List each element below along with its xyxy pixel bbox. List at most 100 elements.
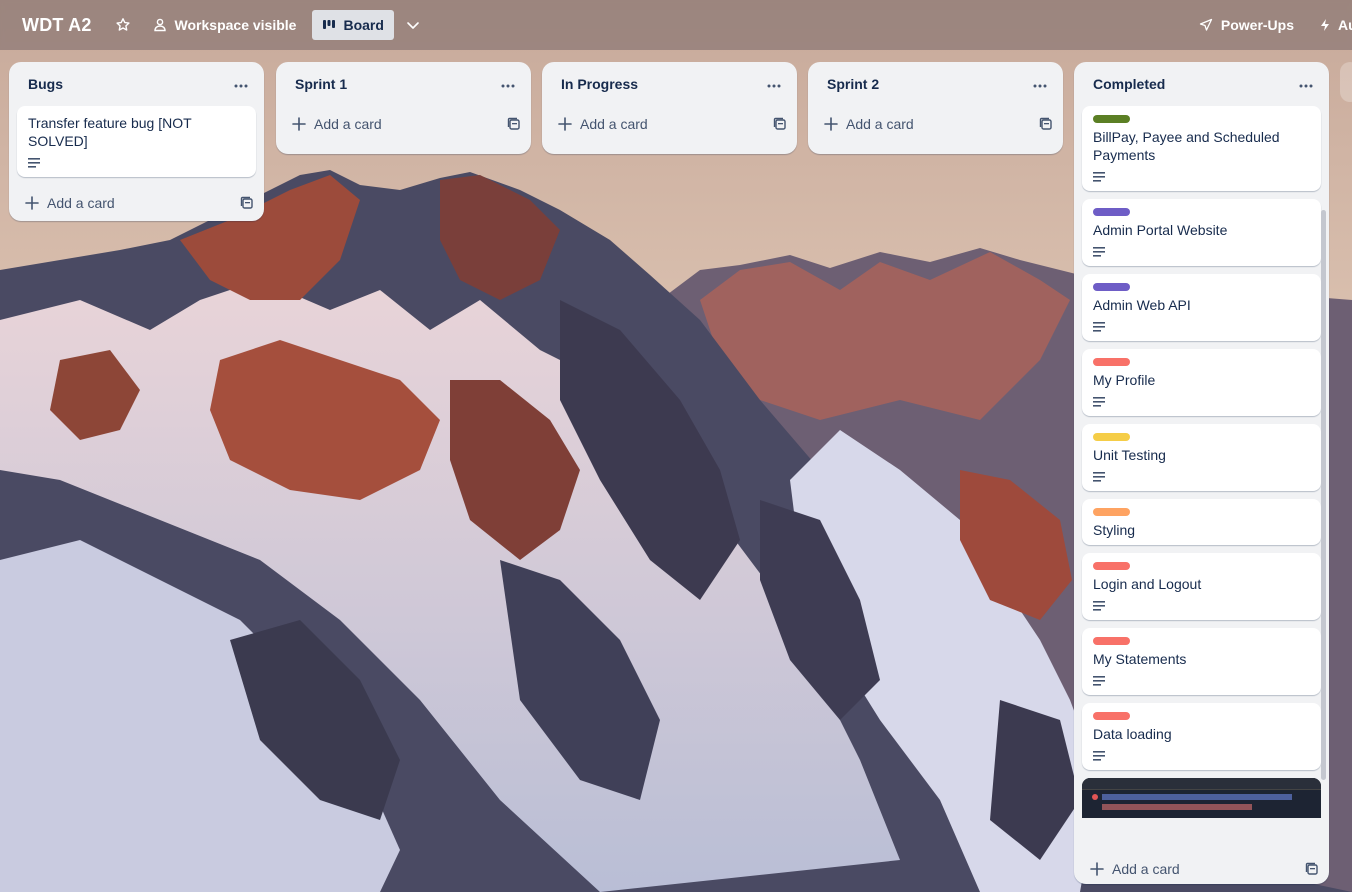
add-card-button[interactable]: Add a card — [808, 106, 1063, 142]
list-header: In Progress — [542, 62, 797, 106]
add-card-label: Add a card — [846, 116, 914, 132]
board-view-button[interactable]: Board — [312, 10, 394, 40]
list-scrollbar[interactable] — [1321, 210, 1326, 780]
card[interactable]: Unit Testing — [1082, 424, 1321, 491]
plus-icon — [25, 196, 39, 210]
lightning-icon — [1320, 18, 1330, 32]
card-template-icon[interactable] — [1305, 862, 1319, 876]
star-board-button[interactable] — [108, 10, 138, 40]
views-dropdown-button[interactable] — [398, 10, 428, 40]
cover-screenshot-line — [1102, 804, 1252, 810]
list-menu-button[interactable] — [495, 71, 521, 97]
ellipsis-icon — [501, 75, 515, 93]
list-menu-button[interactable] — [761, 71, 787, 97]
card[interactable]: Admin Web API — [1082, 274, 1321, 341]
card-title: Styling — [1093, 522, 1136, 538]
powerups-button[interactable]: Power-Ups — [1191, 10, 1302, 40]
list-title[interactable]: In Progress — [561, 76, 638, 92]
people-icon — [152, 17, 168, 33]
card-template-icon[interactable] — [1039, 117, 1053, 131]
card-list: BillPay, Payee and Scheduled Payments Ad… — [1074, 106, 1329, 851]
add-card-button[interactable]: Add a card — [9, 185, 264, 221]
list-header: Bugs — [9, 62, 264, 106]
board-header: WDT A2 Workspace visible Board Power-Ups — [0, 0, 1352, 50]
list-sprint-1: Sprint 1 Add a card — [276, 62, 531, 154]
list-sprint-2: Sprint 2 Add a card — [808, 62, 1063, 154]
add-card-label: Add a card — [580, 116, 648, 132]
board-view-label: Board — [343, 17, 384, 33]
list-title[interactable]: Sprint 2 — [827, 76, 879, 92]
card[interactable]: Styling — [1082, 499, 1321, 545]
plus-icon — [292, 117, 306, 131]
list-menu-button[interactable] — [228, 71, 254, 97]
list-title[interactable]: Bugs — [28, 76, 63, 92]
add-list-button[interactable] — [1340, 62, 1352, 102]
description-icon — [1093, 169, 1310, 185]
description-icon — [28, 155, 245, 171]
card-title: Transfer feature bug [NOT SOLVED] — [28, 115, 192, 149]
list-header: Completed — [1074, 62, 1329, 106]
description-icon — [1093, 319, 1310, 335]
card-label — [1093, 562, 1130, 570]
ellipsis-icon — [767, 75, 781, 93]
card-title: BillPay, Payee and Scheduled Payments — [1093, 129, 1280, 163]
card[interactable]: Login and Logout — [1082, 553, 1321, 620]
card-label — [1093, 433, 1130, 441]
card-title: Data loading — [1093, 726, 1172, 742]
automation-label: Automation — [1338, 17, 1352, 33]
description-icon — [1093, 598, 1310, 614]
card-title: My Statements — [1093, 651, 1187, 667]
card-label — [1093, 283, 1130, 291]
list-menu-button[interactable] — [1293, 71, 1319, 97]
card-title: Admin Web API — [1093, 297, 1191, 313]
add-card-button[interactable]: Add a card — [1074, 851, 1329, 887]
list-menu-button[interactable] — [1027, 71, 1053, 97]
ellipsis-icon — [1033, 75, 1047, 93]
add-card-label: Add a card — [1112, 861, 1180, 877]
card[interactable]: BillPay, Payee and Scheduled Payments — [1082, 106, 1321, 191]
automation-button[interactable]: Automation — [1312, 10, 1352, 40]
card-template-icon[interactable] — [240, 196, 254, 210]
board-title[interactable]: WDT A2 — [22, 15, 92, 36]
card[interactable]: Transfer feature bug [NOT SOLVED] — [17, 106, 256, 177]
visibility-label: Workspace visible — [174, 17, 297, 33]
cover-error-dot — [1092, 794, 1098, 800]
card-title: Unit Testing — [1093, 447, 1166, 463]
rocket-icon — [1199, 18, 1213, 32]
ellipsis-icon — [234, 75, 248, 93]
add-card-label: Add a card — [47, 195, 115, 211]
card[interactable]: My Statements — [1082, 628, 1321, 695]
card-label — [1093, 358, 1130, 366]
chevron-down-icon — [405, 17, 421, 33]
card[interactable]: Admin Portal Website — [1082, 199, 1321, 266]
card[interactable]: My Profile — [1082, 349, 1321, 416]
list-completed: Completed BillPay, Payee and Scheduled P… — [1074, 62, 1329, 884]
card[interactable]: Data loading — [1082, 703, 1321, 770]
list-title[interactable]: Completed — [1093, 76, 1165, 92]
plus-icon — [1090, 862, 1104, 876]
description-icon — [1093, 469, 1310, 485]
card-template-icon[interactable] — [773, 117, 787, 131]
card-label — [1093, 208, 1130, 216]
plus-icon — [824, 117, 838, 131]
header-right-actions: Power-Ups Automation — [1191, 10, 1352, 40]
ellipsis-icon — [1299, 75, 1313, 93]
card-label — [1093, 508, 1130, 516]
board-view-icon — [322, 18, 336, 32]
card-image-cover[interactable] — [1082, 778, 1321, 818]
description-icon — [1093, 748, 1310, 764]
list-title[interactable]: Sprint 1 — [295, 76, 347, 92]
card-template-icon[interactable] — [507, 117, 521, 131]
add-card-button[interactable]: Add a card — [276, 106, 531, 142]
description-icon — [1093, 244, 1310, 260]
visibility-button[interactable]: Workspace visible — [144, 10, 305, 40]
star-icon — [115, 17, 131, 33]
card-label — [1093, 712, 1130, 720]
card-label — [1093, 637, 1130, 645]
description-icon — [1093, 394, 1310, 410]
list-header: Sprint 1 — [276, 62, 531, 106]
plus-icon — [558, 117, 572, 131]
list-bugs: Bugs Transfer feature bug [NOT SOLVED] A… — [9, 62, 264, 221]
add-card-button[interactable]: Add a card — [542, 106, 797, 142]
card-label — [1093, 115, 1130, 123]
